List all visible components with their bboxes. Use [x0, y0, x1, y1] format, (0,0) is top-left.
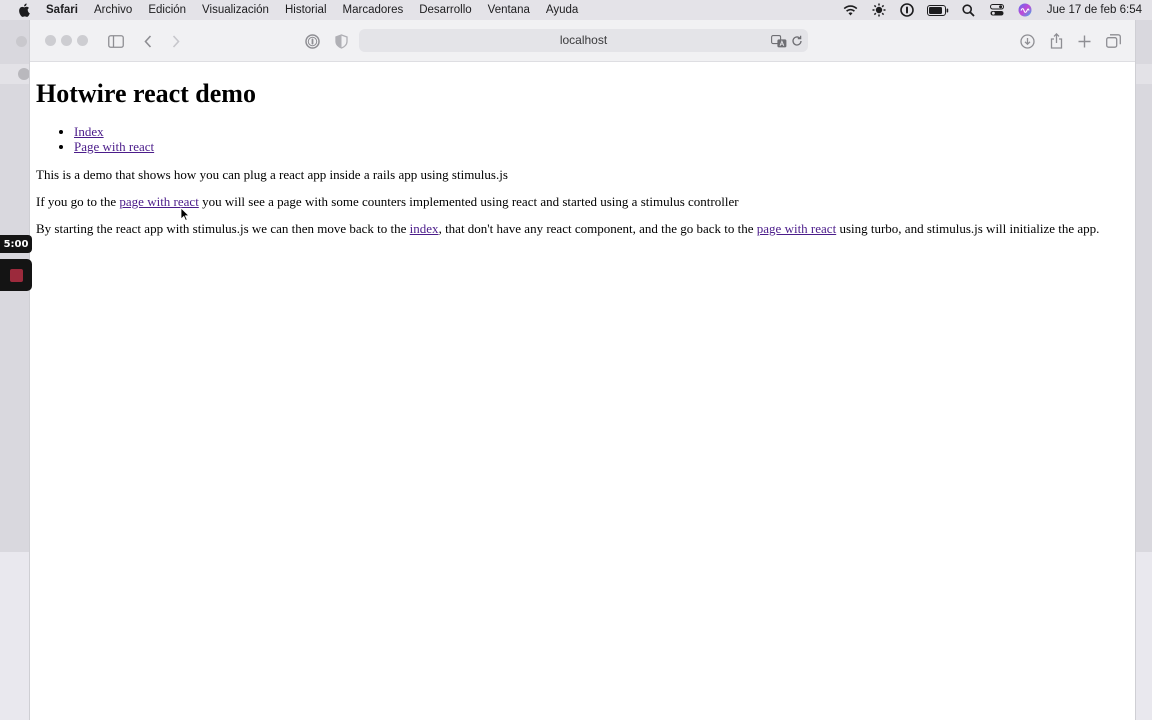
zoom-window-button[interactable]: [77, 35, 88, 46]
menu-app-safari[interactable]: Safari: [46, 4, 78, 16]
downloads-icon[interactable]: [1017, 31, 1037, 51]
forward-button-icon[interactable]: [166, 31, 186, 51]
reload-icon[interactable]: [789, 33, 805, 49]
new-tab-icon[interactable]: [1074, 31, 1094, 51]
menu-bar-extras: Jue 17 de feb 6:54: [843, 0, 1142, 20]
wifi-icon[interactable]: [843, 3, 859, 17]
battery-icon[interactable]: [926, 3, 949, 17]
apple-icon[interactable]: [16, 3, 32, 17]
menu-bar-clock[interactable]: Jue 17 de feb 6:54: [1047, 4, 1142, 16]
paragraph-text: you will see a page with some counters i…: [198, 194, 739, 209]
stop-recording-button[interactable]: [0, 259, 32, 291]
nav-list: Index Page with react: [74, 124, 1129, 154]
mouse-cursor-icon: [180, 207, 190, 221]
paragraph-text: , that don't have any react component, a…: [438, 221, 757, 236]
nav-link-index[interactable]: Index: [74, 124, 104, 139]
sidebar-toggle-icon[interactable]: [106, 31, 126, 51]
inline-link-index[interactable]: index: [410, 221, 439, 236]
nav-item-page-with-react: Page with react: [74, 139, 1129, 154]
page-content: Hotwire react demo Index Page with react…: [30, 62, 1135, 720]
stop-icon: [9, 268, 23, 282]
password-extension-icon[interactable]: [302, 31, 322, 51]
menu-desarrollo[interactable]: Desarrollo: [419, 4, 471, 16]
menu-edicion[interactable]: Edición: [148, 4, 186, 16]
menu-archivo[interactable]: Archivo: [94, 4, 132, 16]
nav-item-index: Index: [74, 124, 1129, 139]
menu-bar: Safari Archivo Edición Visualización His…: [0, 0, 1152, 20]
tab-overview-icon[interactable]: [1103, 31, 1123, 51]
control-center-icon[interactable]: [989, 3, 1005, 17]
safari-window: localhost Hotwire react demo Index Page …: [29, 20, 1136, 720]
intro-paragraph: This is a demo that shows how you can pl…: [36, 167, 508, 182]
paragraph-text: By starting the react app with stimulus.…: [36, 221, 410, 236]
safari-toolbar: localhost: [30, 20, 1135, 62]
siri-icon[interactable]: [1017, 3, 1033, 17]
menu-visualizacion[interactable]: Visualización: [202, 4, 269, 16]
share-icon[interactable]: [1046, 31, 1066, 51]
inline-link-page-with-react-2[interactable]: page with react: [757, 221, 836, 236]
address-bar-url[interactable]: localhost: [359, 29, 808, 52]
address-bar[interactable]: localhost: [359, 29, 808, 52]
close-window-button[interactable]: [45, 35, 56, 46]
paragraph-turbo: By starting the react app with stimulus.…: [36, 221, 1129, 236]
menu-marcadores[interactable]: Marcadores: [343, 4, 404, 16]
brightness-icon[interactable]: [871, 3, 887, 17]
minimize-window-button[interactable]: [61, 35, 72, 46]
privacy-shield-icon[interactable]: [331, 31, 351, 51]
menu-ayuda[interactable]: Ayuda: [546, 4, 578, 16]
background-window-close-button[interactable]: [16, 36, 27, 47]
nav-link-page-with-react[interactable]: Page with react: [74, 139, 154, 154]
paragraph-page-with-react: If you go to the page with react you wil…: [36, 194, 1129, 209]
password-manager-icon[interactable]: [899, 3, 915, 17]
spotlight-search-icon[interactable]: [961, 3, 977, 17]
paragraph-text: If you go to the: [36, 194, 120, 209]
menu-ventana[interactable]: Ventana: [488, 4, 530, 16]
back-button-icon[interactable]: [138, 31, 158, 51]
paragraph-text: using turbo, and stimulus.js will initia…: [836, 221, 1100, 236]
menu-historial[interactable]: Historial: [285, 4, 327, 16]
recording-timer: 5:00: [0, 235, 32, 253]
page-title: Hotwire react demo: [36, 79, 256, 108]
translate-icon[interactable]: [771, 33, 787, 49]
